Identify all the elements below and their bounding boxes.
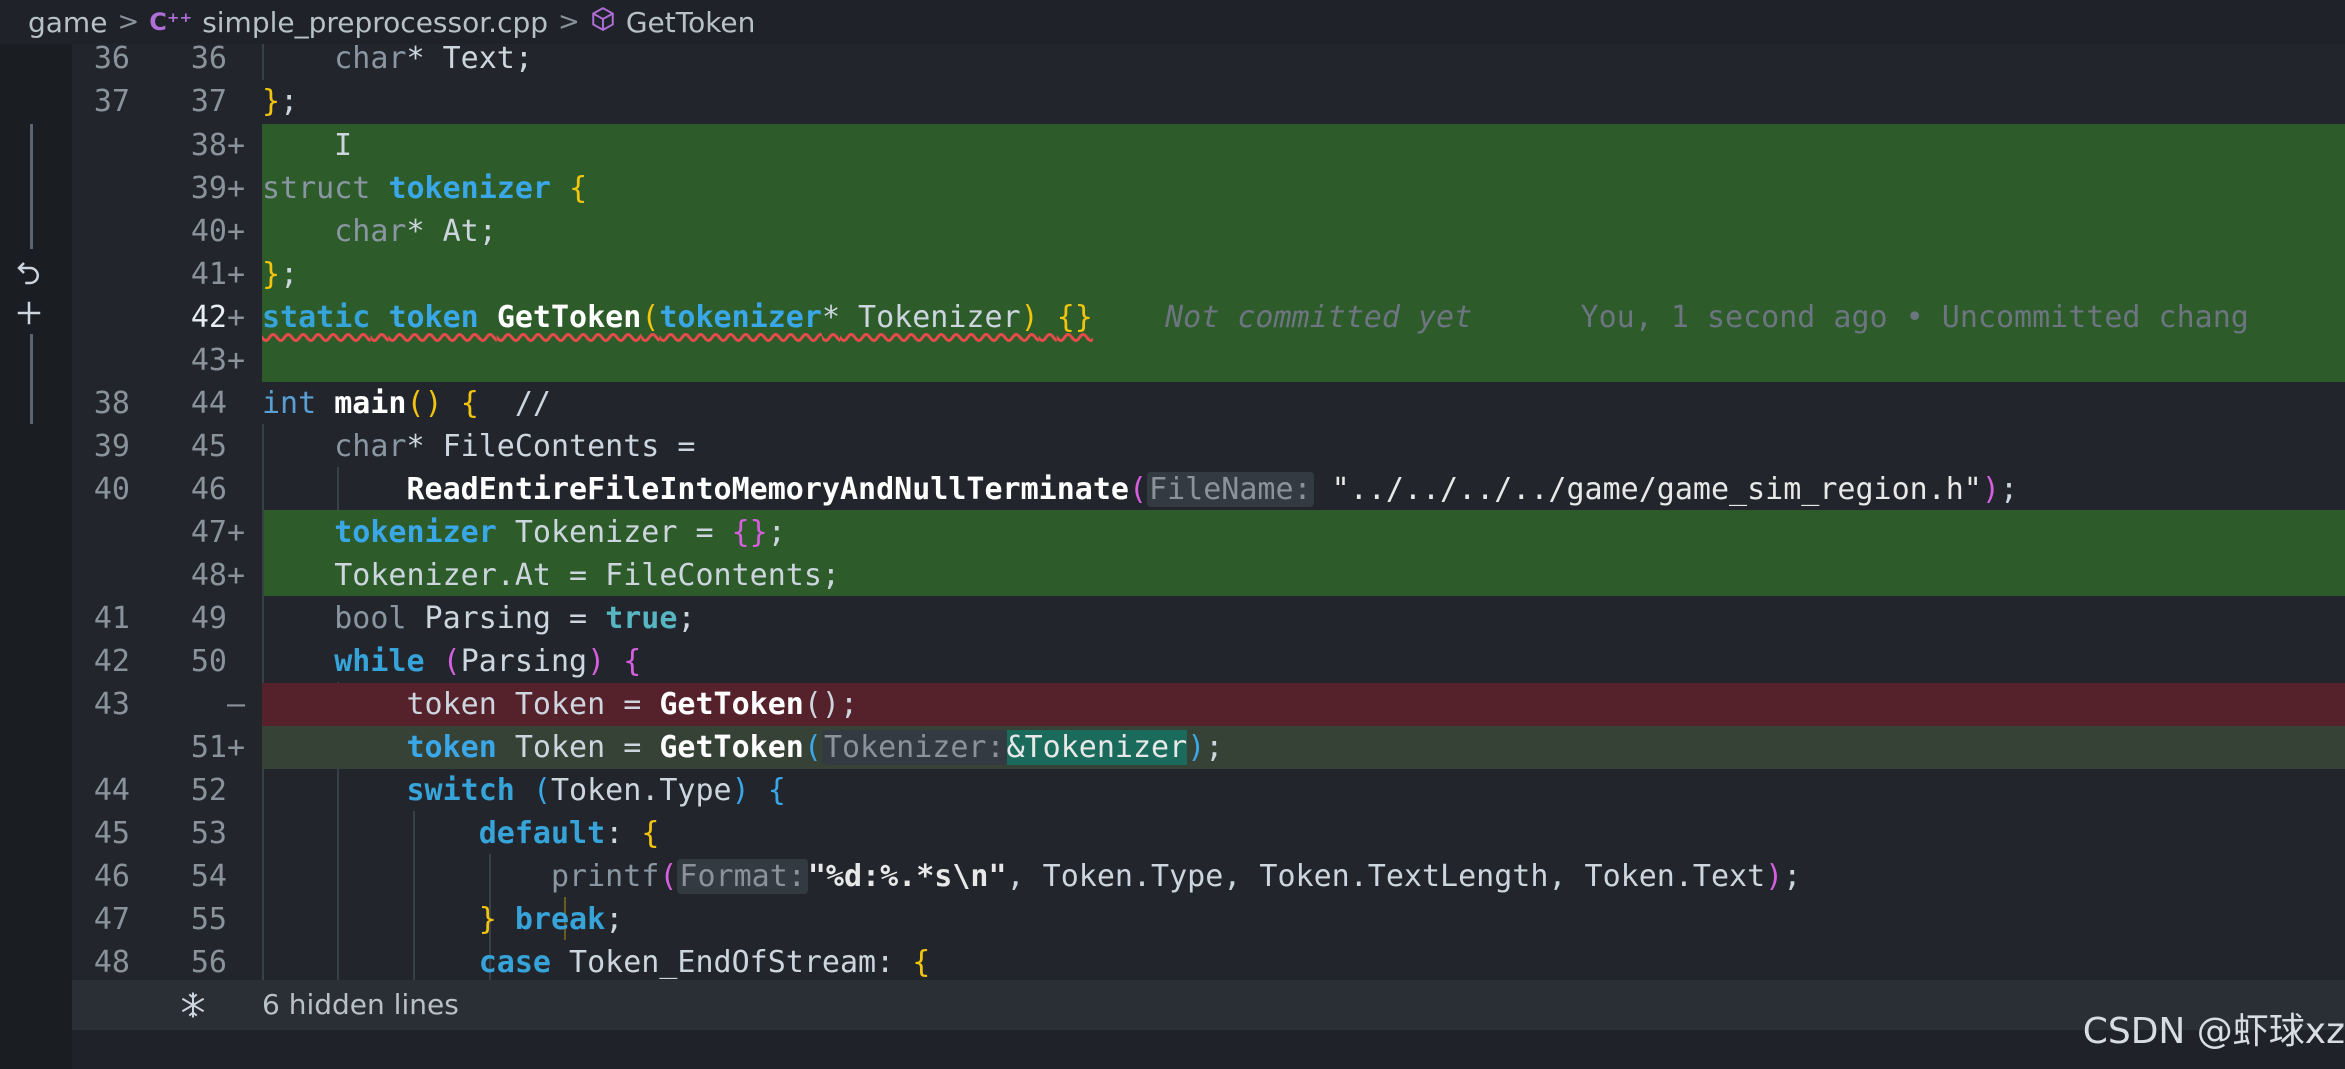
code-line-added[interactable]: 48 + Tokenizer.At = FileContents;: [72, 554, 2345, 597]
watermark: CSDN @虾球xz: [2082, 1011, 2345, 1052]
code-line-added[interactable]: 42 + static token GetToken(tokenizer* Tok…: [72, 296, 2345, 339]
code-line[interactable]: 44 52 switch (Token.Type) {: [72, 769, 2345, 812]
hidden-lines-bar[interactable]: 6 hidden lines: [72, 980, 2345, 1030]
chevron-right-icon: >: [558, 7, 580, 37]
code-line-added[interactable]: 47 + tokenizer Tokenizer = {};: [72, 511, 2345, 554]
code-line-added[interactable]: 41 + };: [72, 253, 2345, 296]
inlay-hint: FileName:: [1147, 472, 1314, 507]
code-line[interactable]: 42 50 while (Parsing) {: [72, 640, 2345, 683]
code-line[interactable]: 47 55 } break;: [72, 898, 2345, 941]
code-line[interactable]: 46 54 printf(Format:"%d:%.*s\n", Token.Ty…: [72, 855, 2345, 898]
diff-marker[interactable]: [30, 124, 33, 249]
cpp-file-icon: C⁺⁺: [149, 8, 193, 36]
fold-icon[interactable]: [178, 990, 208, 1027]
breadcrumb-symbol[interactable]: GetToken: [626, 6, 756, 39]
inlay-hint: Tokenizer:: [821, 730, 1007, 765]
code-line[interactable]: 40 46 ReadEntireFileIntoMemoryAndNullTerm…: [72, 468, 2345, 511]
revert-icon[interactable]: [14, 258, 44, 292]
code-line-added[interactable]: 40 + char* At;: [72, 210, 2345, 253]
bottom-strip: [72, 1030, 2345, 1069]
diff-marker[interactable]: [30, 334, 33, 424]
hidden-lines-label[interactable]: 6 hidden lines: [262, 988, 459, 1021]
code-line[interactable]: 41 49 bool Parsing = true;: [72, 597, 2345, 640]
blame-author[interactable]: You, 1 second ago • Uncommitted chang: [1581, 300, 2249, 335]
code-line-added[interactable]: 51 + token Token = GetToken(Tokenizer:&To…: [72, 726, 2345, 769]
code-line-deleted[interactable]: 43— token Token = GetToken();: [72, 683, 2345, 726]
breadcrumb-file[interactable]: simple_preprocessor.cpp: [202, 6, 548, 39]
code-line-added[interactable]: 43 +: [72, 339, 2345, 382]
diff-gutter: [0, 44, 72, 1069]
chevron-right-icon: >: [117, 7, 140, 37]
code-line-added[interactable]: 38 + I: [72, 124, 2345, 167]
breadcrumb: game > C⁺⁺ simple_preprocessor.cpp > Get…: [0, 0, 2345, 44]
cube-icon: [590, 6, 616, 39]
code-line[interactable]: 38 44 int main() { //: [72, 382, 2345, 425]
blame-status: Not committed yet: [1165, 300, 1473, 335]
code-line[interactable]: 48 56 case Token_EndOfStream: {: [72, 941, 2345, 980]
code-line[interactable]: 45 53 default: {: [72, 812, 2345, 855]
inlay-hint: Format:: [677, 859, 808, 894]
code-line[interactable]: 37 37 };: [72, 80, 2345, 123]
code-editor[interactable]: 36 36 char* Text; 37 37 }; 38 + I 39 + struc…: [72, 44, 2345, 980]
code-line-added[interactable]: 39 + struct tokenizer {: [72, 167, 2345, 210]
code-line[interactable]: 36 36 char* Text;: [72, 44, 2345, 80]
breadcrumb-folder[interactable]: game: [28, 6, 107, 39]
code-line[interactable]: 39 45 char* FileContents =: [72, 425, 2345, 468]
plus-icon[interactable]: [14, 298, 44, 332]
text-cursor-icon: I: [334, 128, 353, 163]
